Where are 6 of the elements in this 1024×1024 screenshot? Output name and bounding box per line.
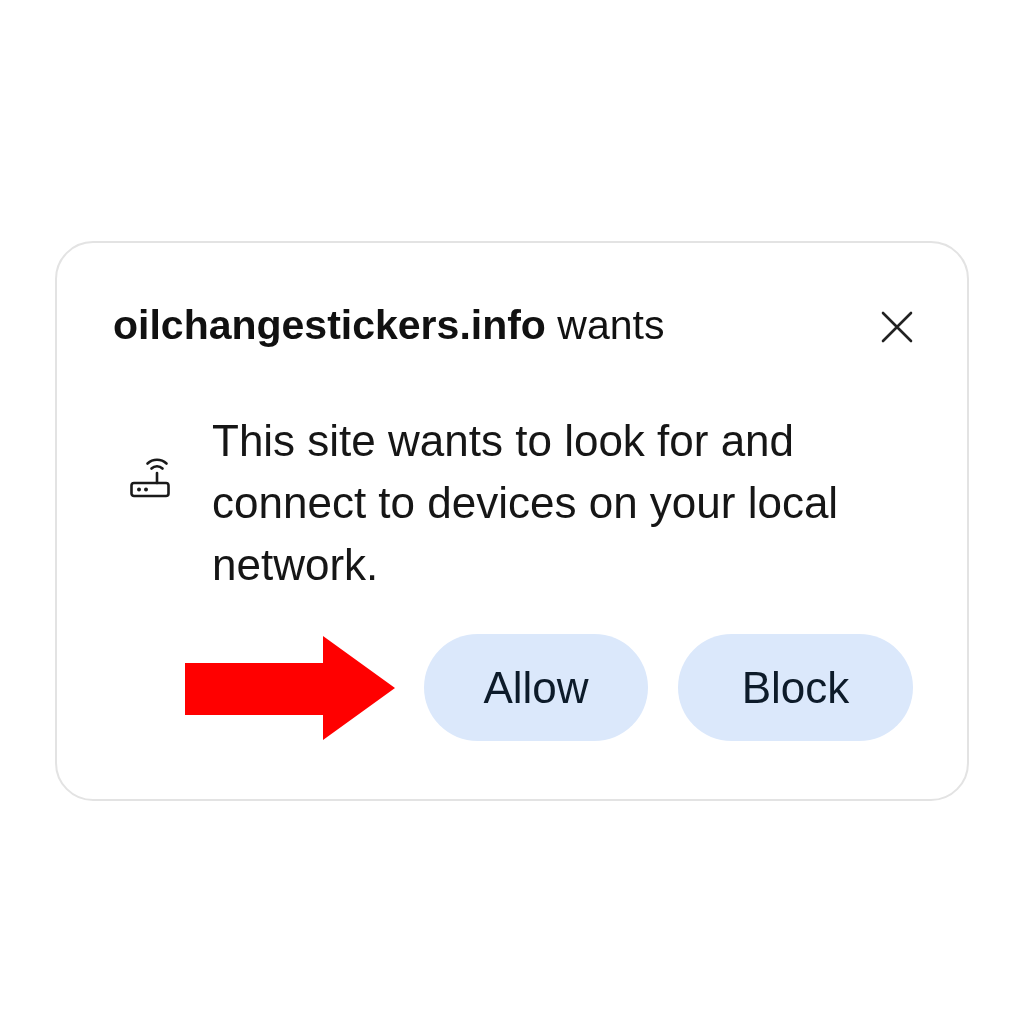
allow-button[interactable]: Allow (424, 634, 648, 741)
close-icon[interactable] (881, 311, 913, 343)
dialog-message: This site wants to look for and connect to devices on your local network. (212, 415, 840, 591)
router-icon (130, 456, 170, 498)
dialog-title: oilchangestickers.info wants (113, 301, 665, 350)
block-button[interactable]: Block (678, 634, 913, 741)
